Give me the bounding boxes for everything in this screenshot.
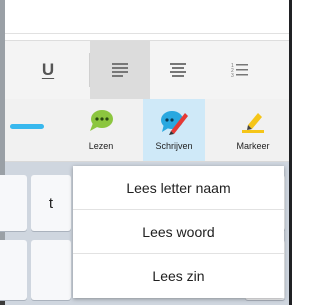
menu-item-lees-woord[interactable]: Lees woord [73, 210, 284, 254]
align-left-button[interactable] [90, 41, 150, 99]
title-strip [5, 0, 289, 34]
keyboard-key[interactable] [31, 240, 71, 300]
read-options-menu: Lees letter naam Lees woord Lees zin [73, 166, 284, 298]
right-edge [289, 0, 292, 305]
numbered-list-icon: 1 2 3 [231, 63, 248, 78]
menu-item-lees-zin[interactable]: Lees zin [73, 254, 284, 298]
underline-icon: U [41, 60, 55, 79]
marker-icon [242, 113, 264, 133]
align-center-button[interactable] [153, 41, 203, 99]
keyboard-key[interactable] [0, 175, 27, 231]
progress-indicator [10, 124, 44, 129]
menu-item-lees-letter-naam[interactable]: Lees letter naam [73, 166, 284, 210]
align-left-icon [112, 63, 128, 77]
align-center-icon [170, 63, 186, 77]
svg-text:3: 3 [231, 73, 234, 78]
tool-label-markeer: Markeer [236, 141, 270, 151]
tool-label-schrijven: Schrijven [155, 141, 193, 151]
tool-markeer[interactable]: Markeer [222, 99, 284, 161]
tool-schrijven[interactable]: Schrijven [143, 99, 205, 161]
underline-button[interactable]: U [31, 41, 65, 99]
keyboard-key[interactable] [0, 240, 27, 300]
app-window: U 1 2 3 Lezen Schrijven Markeer t Lees l… [0, 0, 292, 305]
keyboard-key-label: t [48, 195, 54, 212]
speech-bubble-icon [90, 110, 113, 131]
tool-label-lezen: Lezen [88, 141, 114, 151]
numbered-list-button[interactable]: 1 2 3 [215, 41, 265, 99]
speech-bubble-pen-icon [161, 111, 188, 135]
keyboard-key-t[interactable]: t [31, 175, 71, 231]
tool-lezen[interactable]: Lezen [74, 99, 128, 161]
format-toolbar: U 1 2 3 [5, 40, 289, 100]
